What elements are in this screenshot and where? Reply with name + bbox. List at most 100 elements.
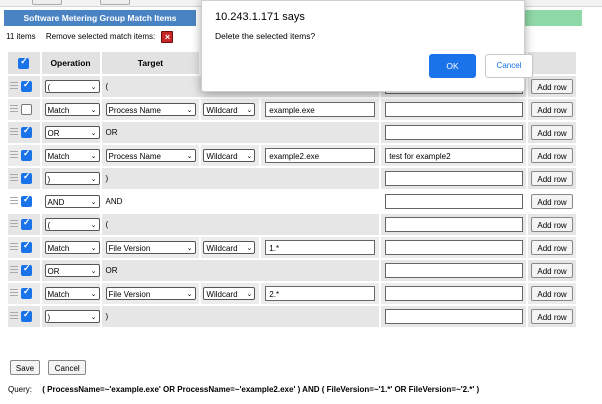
description-input[interactable]: [385, 240, 524, 255]
chevron-down-icon: ⌄: [90, 176, 97, 183]
table-row: OR ⌄ OR Add row: [8, 260, 576, 281]
match-type-select[interactable]: Wildcard ⌄: [203, 103, 256, 116]
operation-select[interactable]: AND ⌄: [44, 195, 100, 208]
action-cell: Add row: [528, 306, 576, 327]
description-input[interactable]: [385, 286, 524, 301]
logic-cell: OR: [101, 260, 380, 281]
description-input[interactable]: [385, 102, 524, 117]
logic-label: ): [105, 174, 109, 183]
row-checkbox[interactable]: [21, 148, 32, 161]
row-checkbox[interactable]: [21, 309, 32, 322]
description-input[interactable]: [385, 194, 524, 209]
row-checkbox[interactable]: [21, 79, 32, 92]
add-row-button[interactable]: Add row: [531, 240, 574, 255]
drag-handle-icon[interactable]: [10, 242, 18, 253]
toolbar-button[interactable]: [32, 0, 62, 5]
action-cell: Add row: [528, 237, 576, 258]
add-row-button[interactable]: Add row: [531, 286, 574, 301]
drag-handle-icon[interactable]: [10, 265, 18, 276]
add-row-button[interactable]: Add row: [531, 194, 574, 209]
operation-select[interactable]: OR ⌄: [44, 126, 100, 139]
add-row-button[interactable]: Add row: [531, 171, 574, 186]
logic-label: ): [105, 312, 109, 321]
row-select-cell: [8, 122, 40, 143]
add-row-button[interactable]: Add row: [531, 125, 574, 140]
row-select-cell: [8, 214, 40, 235]
operation-select[interactable]: Match ⌄: [44, 241, 100, 254]
target-select[interactable]: File Version ⌄: [105, 241, 196, 254]
add-row-button[interactable]: Add row: [531, 217, 574, 232]
drag-handle-icon[interactable]: [10, 104, 18, 115]
description-input[interactable]: [385, 309, 524, 324]
select-all-checkbox[interactable]: [18, 56, 30, 69]
drag-handle-icon[interactable]: [10, 173, 18, 184]
drag-handle-icon[interactable]: [10, 81, 18, 92]
target-select[interactable]: Process Name ⌄: [105, 149, 196, 162]
match-type-select[interactable]: Wildcard ⌄: [203, 287, 256, 300]
drag-handle-icon[interactable]: [10, 127, 18, 138]
add-row-button[interactable]: Add row: [531, 263, 574, 278]
chevron-down-icon: ⌄: [246, 107, 253, 114]
operation-select-value: OR: [47, 129, 60, 138]
cancel-button[interactable]: Cancel: [48, 360, 87, 375]
description-input[interactable]: [385, 125, 524, 140]
operation-select[interactable]: ) ⌄: [44, 310, 100, 323]
chevron-down-icon: ⌄: [90, 107, 97, 114]
description-input[interactable]: test for example2: [385, 148, 524, 163]
column-operation: Operation: [41, 52, 100, 74]
operation-select[interactable]: (⌄: [44, 80, 100, 93]
chevron-down-icon: ⌄: [90, 199, 97, 206]
row-select-cell: [8, 306, 40, 327]
add-row-button[interactable]: Add row: [531, 309, 574, 324]
row-checkbox[interactable]: [21, 263, 32, 276]
value-input[interactable]: example.exe: [265, 102, 376, 117]
row-checkbox[interactable]: [21, 286, 32, 299]
logic-label: OR: [105, 128, 118, 137]
dialog-cancel-button[interactable]: Cancel: [485, 54, 533, 78]
description-input[interactable]: [385, 171, 524, 186]
row-checkbox[interactable]: [21, 217, 32, 230]
row-checkbox[interactable]: [21, 171, 32, 184]
operation-select[interactable]: Match ⌄: [44, 103, 100, 116]
value-input[interactable]: 1.*: [265, 240, 376, 255]
match-type-select[interactable]: Wildcard ⌄: [203, 241, 256, 254]
operation-select-value: Match: [47, 106, 70, 115]
match-type-select[interactable]: Wildcard ⌄: [203, 149, 256, 162]
drag-handle-icon[interactable]: [10, 150, 18, 161]
confirm-dialog: 10.243.1.171 says Delete the selected it…: [201, 0, 533, 92]
row-checkbox[interactable]: [21, 194, 32, 207]
save-button[interactable]: Save: [10, 360, 40, 375]
add-row-button[interactable]: Add row: [531, 148, 574, 163]
target-cell: Process Name ⌄: [101, 145, 200, 166]
row-checkbox[interactable]: [21, 104, 32, 115]
drag-handle-icon[interactable]: [10, 311, 18, 322]
target-cell: Process Name ⌄: [101, 99, 200, 120]
drag-handle-icon[interactable]: [10, 196, 18, 207]
operation-select[interactable]: ) ⌄: [44, 172, 100, 185]
logic-label: AND: [105, 197, 123, 206]
value-input[interactable]: example2.exe: [265, 148, 376, 163]
operation-select[interactable]: Match ⌄: [44, 149, 100, 162]
operation-select[interactable]: Match ⌄: [44, 287, 100, 300]
logic-cell: (: [101, 214, 380, 235]
toolbar-button[interactable]: [100, 0, 130, 5]
delete-x-icon[interactable]: ×: [161, 31, 174, 43]
add-row-button[interactable]: Add row: [531, 79, 574, 94]
drag-handle-icon[interactable]: [10, 288, 18, 299]
description-input[interactable]: [385, 217, 524, 232]
description-input[interactable]: [385, 263, 524, 278]
dialog-ok-button[interactable]: OK: [429, 54, 476, 78]
value-input[interactable]: 2.*: [265, 286, 376, 301]
chevron-down-icon: ⌄: [90, 130, 97, 137]
target-select[interactable]: Process Name ⌄: [105, 103, 196, 116]
row-checkbox[interactable]: [21, 240, 32, 253]
operation-select[interactable]: OR ⌄: [44, 264, 100, 277]
add-row-button[interactable]: Add row: [531, 102, 574, 117]
drag-handle-icon[interactable]: [10, 219, 18, 230]
description-cell: [381, 168, 527, 189]
row-checkbox[interactable]: [21, 125, 32, 138]
operation-select-value: Match: [47, 244, 70, 253]
action-cell: Add row: [528, 283, 576, 304]
target-select[interactable]: File Version ⌄: [105, 287, 196, 300]
operation-select[interactable]: (⌄: [44, 218, 100, 231]
